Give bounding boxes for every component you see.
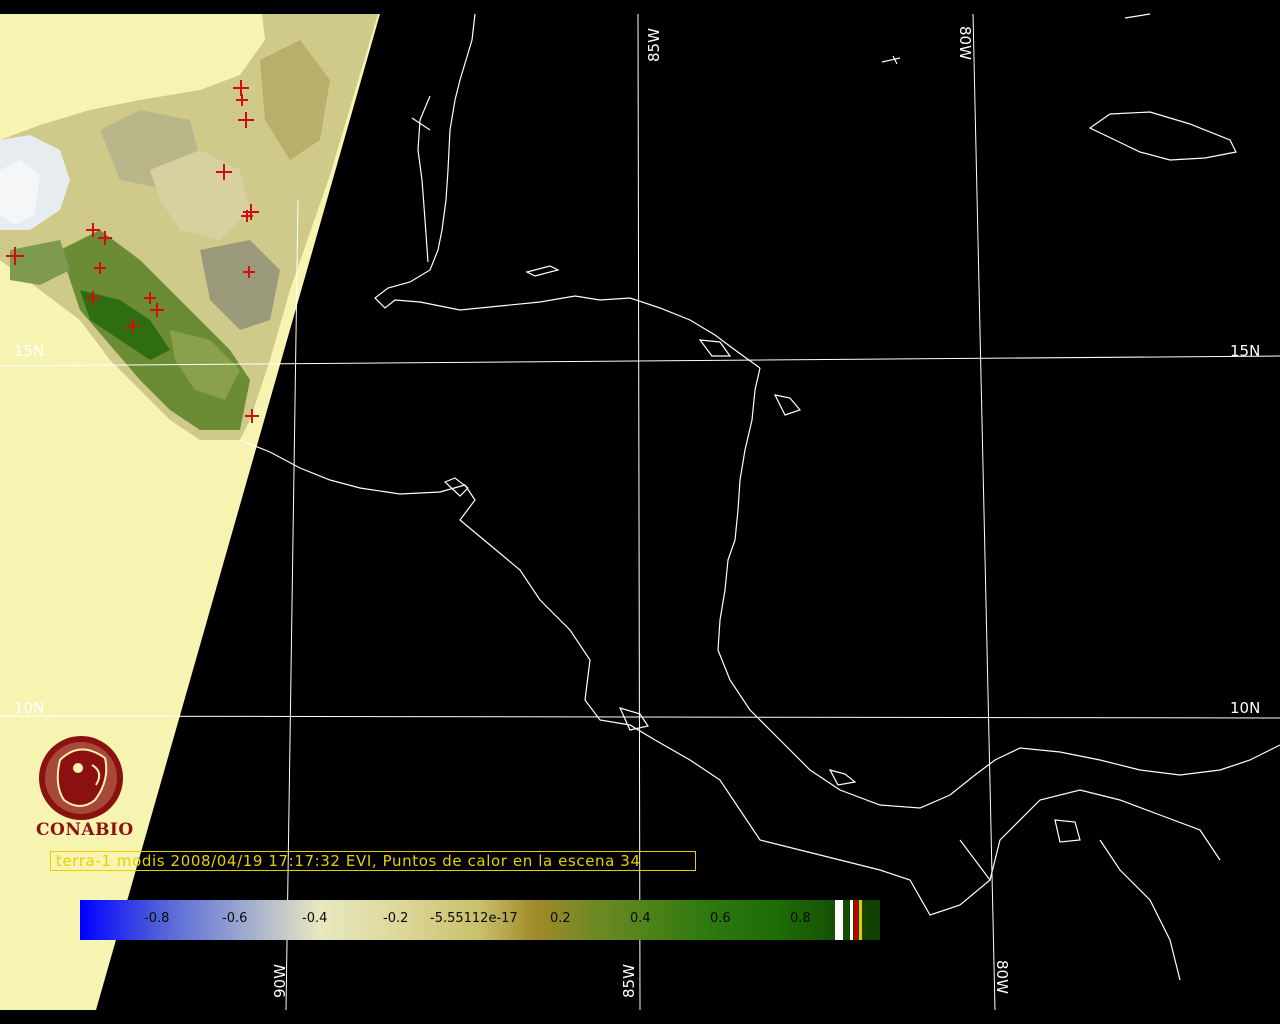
colorbar-white-swatch bbox=[835, 900, 843, 940]
colorbar-tick: 0.4 bbox=[630, 911, 651, 926]
colorbar-yellow-swatch bbox=[859, 900, 862, 940]
colorbar-white-swatch-2 bbox=[850, 900, 853, 940]
label-10n-left: 10N bbox=[14, 699, 44, 717]
label-90w-bottom: 90W bbox=[271, 964, 289, 998]
label-80w-top: 80W bbox=[956, 26, 974, 60]
colorbar-tick: -5.55112e-17 bbox=[430, 911, 518, 926]
macaw-emblem-icon bbox=[39, 736, 123, 820]
colorbar-tick: 0.2 bbox=[550, 911, 571, 926]
colorbar-red-swatch bbox=[854, 900, 858, 940]
colorbar-tick: -0.2 bbox=[383, 911, 409, 926]
colorbar-tick: 0.6 bbox=[710, 911, 731, 926]
colorbar-tick: -0.4 bbox=[302, 911, 328, 926]
colorbar-tick: -0.6 bbox=[222, 911, 248, 926]
colorbar-tick: -0.8 bbox=[144, 911, 170, 926]
scene-caption: terra-1 modis 2008/04/19 17:17:32 EVI, P… bbox=[56, 852, 641, 870]
conabio-logo-text: CONABIO bbox=[36, 820, 134, 840]
label-85w-top: 85W bbox=[645, 28, 663, 62]
colorbar-tick: 0.8 bbox=[790, 911, 811, 926]
evi-colorbar: -0.8 -0.6 -0.4 -0.2 -5.55112e-17 0.2 0.4… bbox=[80, 900, 880, 940]
label-15n-right: 15N bbox=[1230, 342, 1260, 360]
label-10n-right: 10N bbox=[1230, 699, 1260, 717]
label-85w-bottom: 85W bbox=[620, 964, 638, 998]
label-80w-bottom: 80W bbox=[993, 960, 1011, 994]
label-15n-left: 15N bbox=[14, 342, 44, 360]
